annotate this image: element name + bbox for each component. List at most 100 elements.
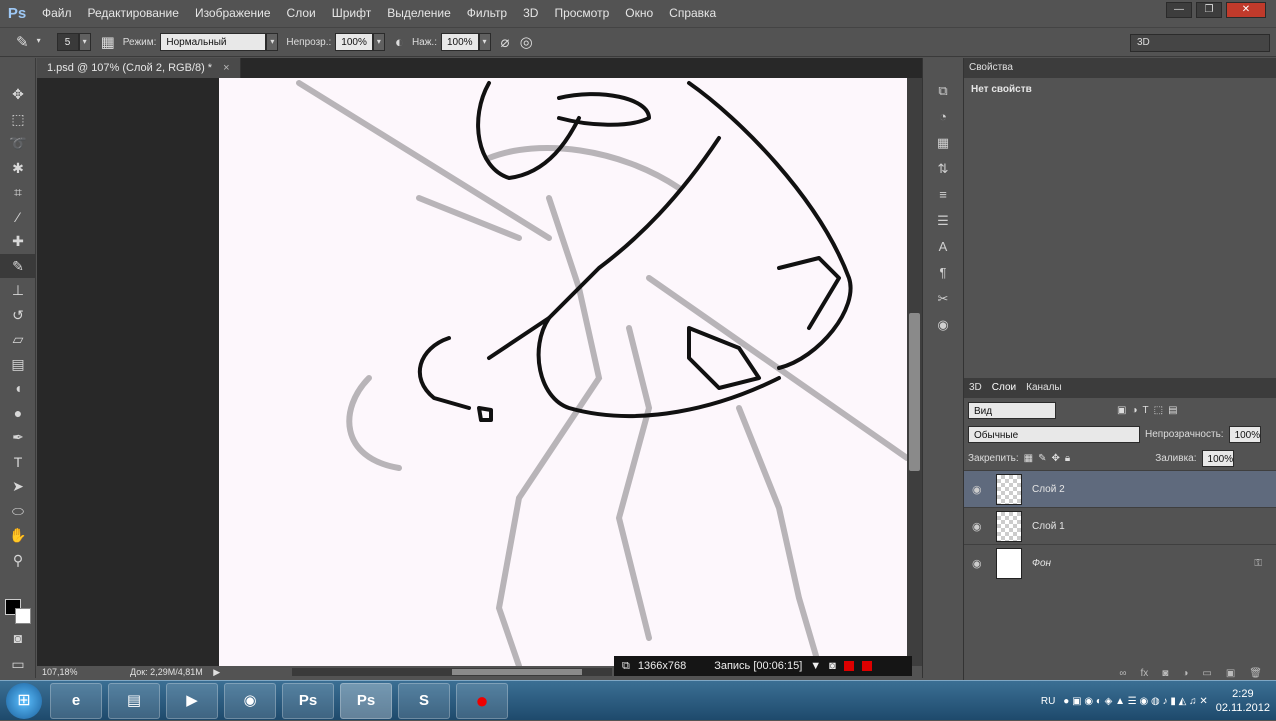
internet-explorer-icon[interactable]: e: [50, 682, 102, 719]
menu-layers[interactable]: Слои: [279, 6, 324, 20]
stop-icon[interactable]: [861, 661, 872, 671]
menu-filter[interactable]: Фильтр: [459, 6, 515, 20]
new-group-icon[interactable]: ▭: [1202, 668, 1211, 679]
horizontal-scroll-thumb[interactable]: [452, 669, 582, 675]
menu-3d[interactable]: 3D: [515, 6, 546, 20]
healing-brush-tool-icon[interactable]: ✚: [0, 229, 36, 254]
move-tool-icon[interactable]: ✥: [0, 82, 36, 107]
adjustment-layer-icon[interactable]: ◑: [1182, 668, 1188, 679]
add-mask-icon[interactable]: ◙: [1162, 668, 1168, 679]
lock-position-icon[interactable]: ✥: [1052, 453, 1060, 464]
filter-type-icon[interactable]: T: [1143, 405, 1149, 416]
styles-panel-icon[interactable]: ▦: [923, 130, 963, 156]
lock-transparency-icon[interactable]: ▦: [1024, 453, 1033, 464]
menu-window[interactable]: Окно: [617, 6, 661, 20]
visibility-eye-icon[interactable]: ◉: [972, 483, 986, 496]
visibility-eye-icon[interactable]: ◉: [972, 520, 986, 533]
mode-dropdown[interactable]: ▾: [266, 33, 279, 51]
tool-presets-panel-icon[interactable]: ✂: [923, 286, 963, 312]
skype-icon[interactable]: S: [398, 682, 450, 719]
camera-icon[interactable]: ◙: [829, 660, 836, 672]
filter-smart-object-icon[interactable]: ▤: [1168, 405, 1177, 416]
layer-row[interactable]: ◉ Слой 1: [964, 507, 1276, 544]
status-menu-arrow-icon[interactable]: ▶: [213, 667, 220, 677]
recorder-window-icon[interactable]: ⧉: [622, 660, 630, 673]
paragraph-panel-icon[interactable]: ¶: [923, 260, 963, 286]
layer-row[interactable]: ◉ Слой 2: [964, 470, 1276, 507]
layer-name[interactable]: Слой 2: [1032, 484, 1065, 495]
fill-field[interactable]: 100%: [1201, 449, 1234, 467]
pressure-field[interactable]: 100%: [440, 33, 479, 51]
menu-select[interactable]: Выделение: [379, 6, 459, 20]
hand-tool-icon[interactable]: ✋: [0, 523, 36, 548]
swatches-panel-icon[interactable]: ◔: [923, 104, 963, 130]
workspace-select[interactable]: 3D: [1130, 34, 1270, 52]
brush-size-field[interactable]: 5: [56, 33, 79, 51]
paragraph-styles-panel-icon[interactable]: ☰: [923, 208, 963, 234]
properties-tab[interactable]: Свойства: [969, 58, 1013, 78]
link-layers-icon[interactable]: ∞: [1119, 668, 1126, 679]
tool-preset-dropdown[interactable]: ▾: [33, 33, 45, 51]
brush-tool-icon[interactable]: ✎: [0, 253, 36, 278]
clone-stamp-tool-icon[interactable]: ⊥: [0, 278, 36, 303]
eraser-tool-icon[interactable]: ▱: [0, 327, 36, 352]
gradient-tool-icon[interactable]: ▤: [0, 352, 36, 377]
close-button[interactable]: ✕: [1226, 2, 1266, 18]
menu-image[interactable]: Изображение: [187, 6, 279, 20]
kuler-panel-icon[interactable]: ◉: [923, 312, 963, 338]
background-color-swatch[interactable]: [15, 608, 31, 624]
opacity-field[interactable]: 100%: [335, 33, 373, 51]
language-indicator[interactable]: RU: [1041, 696, 1055, 707]
eyedropper-tool-icon[interactable]: ⁄: [0, 205, 36, 230]
menu-type[interactable]: Шрифт: [324, 6, 379, 20]
magic-wand-tool-icon[interactable]: ✱: [0, 156, 36, 181]
color-swatches[interactable]: [4, 598, 34, 628]
lasso-tool-icon[interactable]: ➰: [0, 131, 36, 156]
opacity-dropdown[interactable]: ▾: [372, 33, 385, 51]
menu-help[interactable]: Справка: [661, 6, 724, 20]
tab-3d[interactable]: 3D: [969, 378, 982, 398]
filter-shape-icon[interactable]: ⬚: [1154, 405, 1163, 416]
brush-size-dropdown[interactable]: ▾: [78, 33, 91, 51]
blend-mode-select[interactable]: Обычные: [968, 425, 1140, 443]
recorder-taskbar-icon[interactable]: ●: [456, 682, 508, 719]
brush-presets-panel-icon[interactable]: ≡: [923, 182, 963, 208]
vertical-scroll-thumb[interactable]: [909, 313, 920, 471]
layer-style-icon[interactable]: fx: [1141, 668, 1149, 679]
menu-file[interactable]: Файл: [34, 6, 80, 20]
pause-icon[interactable]: [843, 661, 854, 671]
filter-pixel-icon[interactable]: ▣: [1117, 405, 1126, 416]
tray-icons[interactable]: ● ▣ ◉ ◐ ◈ ▲ ☰ ◉ ◍ ♪ ▮ ◭ ♫ ✕: [1063, 696, 1207, 707]
history-brush-tool-icon[interactable]: ↺: [0, 303, 36, 328]
horizontal-scrollbar[interactable]: [292, 668, 612, 676]
path-selection-tool-icon[interactable]: ➤: [0, 474, 36, 499]
chrome-icon[interactable]: ◉: [224, 682, 276, 719]
adjustments-panel-icon[interactable]: ⇅: [923, 156, 963, 182]
crop-tool-icon[interactable]: ⌗: [0, 180, 36, 205]
type-tool-icon[interactable]: T: [0, 450, 36, 475]
menu-view[interactable]: Просмотр: [546, 6, 617, 20]
lock-all-icon[interactable]: 🔒︎: [1065, 453, 1070, 464]
zoom-level[interactable]: 107,18%: [42, 667, 78, 677]
dodge-tool-icon[interactable]: ●: [0, 401, 36, 426]
zoom-tool-icon[interactable]: ⚲: [0, 548, 36, 573]
screen-mode-icon[interactable]: ▭: [0, 652, 36, 677]
menu-edit[interactable]: Редактирование: [80, 6, 187, 20]
layer-name[interactable]: Слой 1: [1032, 521, 1065, 532]
close-tab-icon[interactable]: ×: [223, 62, 229, 74]
document-tab[interactable]: 1.psd @ 107% (Слой 2, RGB/8) * ×: [37, 58, 241, 78]
lock-pixels-icon[interactable]: ✎: [1038, 453, 1046, 464]
airbrush-icon[interactable]: ⌀: [501, 33, 510, 51]
mode-select[interactable]: Нормальный: [160, 33, 267, 51]
photoshop-active-taskbar-icon[interactable]: Ps: [340, 682, 392, 719]
recorder-dropdown-icon[interactable]: ▼: [810, 660, 821, 672]
layer-filter-select[interactable]: Вид: [968, 401, 1056, 419]
media-player-icon[interactable]: ▶: [166, 682, 218, 719]
layer-row[interactable]: ◉ Фон ⚿: [964, 544, 1276, 581]
pen-tool-icon[interactable]: ✒: [0, 425, 36, 450]
layer-opacity-field[interactable]: 100%: [1228, 425, 1261, 443]
vertical-scrollbar[interactable]: [907, 78, 922, 666]
filter-adjustment-icon[interactable]: ◑: [1131, 405, 1137, 416]
restore-button[interactable]: ❐: [1196, 2, 1222, 18]
layer-name[interactable]: Фон: [1032, 558, 1051, 569]
